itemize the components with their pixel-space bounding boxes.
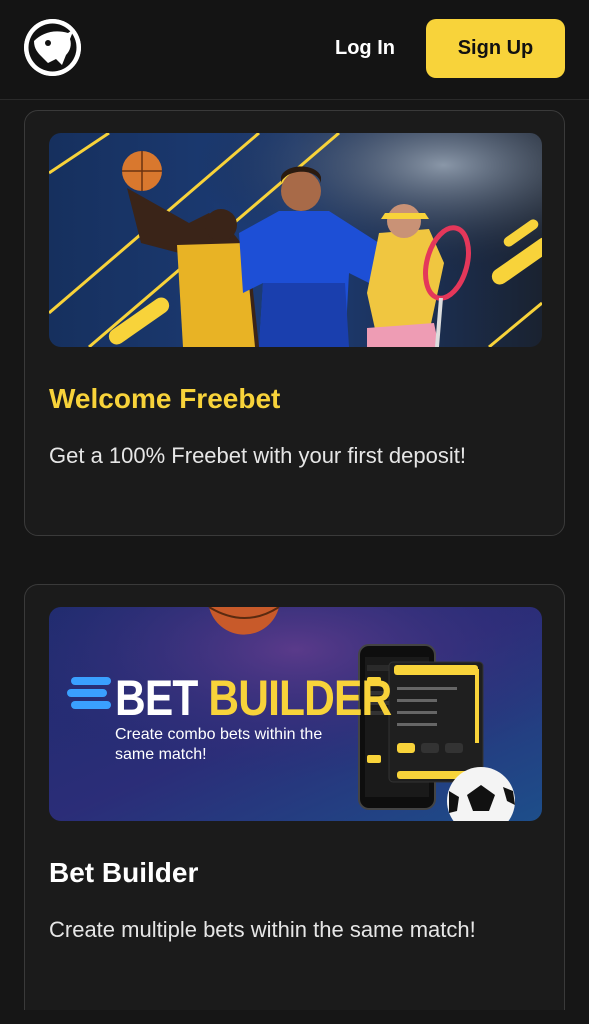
banner-title-builder: BUILDER [208, 670, 392, 726]
bet-builder-banner-image: BET BUILDER Create combo bets within the… [49, 607, 542, 821]
promo-card-bet-builder[interactable]: BET BUILDER Create combo bets within the… [24, 584, 565, 1010]
bull-logo-icon [24, 19, 81, 76]
bet-builder-banner-subtitle: Create combo bets within the same match! [115, 726, 323, 763]
promo-title: Welcome Freebet [49, 383, 281, 414]
promo-title: Bet Builder [49, 857, 199, 888]
top-header: Log In Sign Up [0, 0, 589, 100]
promo-description: Create multiple bets within the same mat… [49, 917, 476, 942]
banner-title-bet: BET [115, 670, 198, 726]
promo-description: Get a 100% Freebet with your first depos… [49, 443, 466, 468]
promo-card-welcome-freebet[interactable]: Welcome Freebet Get a 100% Freebet with … [24, 110, 565, 536]
welcome-freebet-banner-image [49, 133, 542, 347]
brand-logo[interactable] [24, 19, 81, 76]
bet-builder-banner-title: BET BUILDER [115, 669, 392, 727]
login-button[interactable]: Log In [320, 28, 410, 68]
signup-button[interactable]: Sign Up [426, 19, 565, 78]
